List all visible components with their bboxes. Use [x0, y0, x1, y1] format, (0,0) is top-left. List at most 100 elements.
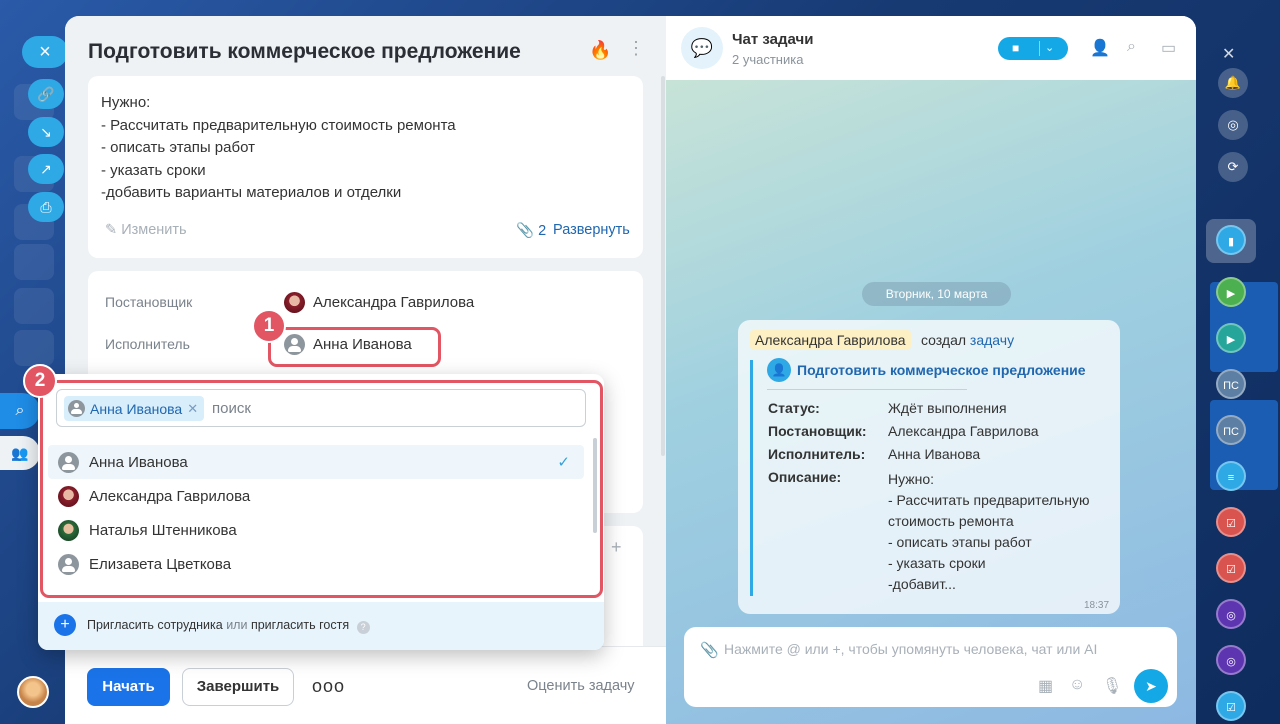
users-icon: 👥 — [11, 445, 29, 461]
attachments-button[interactable]: 📎 2 — [516, 222, 546, 239]
chat-search-icon[interactable]: ⟳ — [1218, 152, 1248, 182]
pencil-icon: ✎ — [105, 222, 118, 238]
creator-key: Постановщик: — [768, 423, 867, 439]
smile-icon[interactable]: ☺ — [1069, 676, 1085, 694]
task-chat: 💬 Чат задачи 2 участника ■ ⌄ 👤 ⌕ ▭ Вторн… — [666, 16, 1196, 724]
finish-button[interactable]: Завершить — [182, 668, 294, 706]
invite-text: Пригласить сотрудника или пригласить гос… — [87, 618, 370, 634]
date-divider: Вторник, 10 марта — [862, 282, 1011, 306]
description-line: стоимость ремонта — [888, 513, 1014, 529]
user-avatar[interactable] — [17, 676, 49, 708]
message-task-title[interactable]: Подготовить коммерческое предложение — [797, 362, 1086, 378]
copilot-chat-icon[interactable]: ◎ — [1216, 599, 1246, 629]
close-slider-button[interactable]: × — [22, 36, 68, 68]
flame-icon[interactable]: 🔥 — [589, 40, 611, 61]
paperclip-icon[interactable]: 📎 — [700, 641, 719, 659]
menu-item-ghost — [14, 288, 54, 324]
apps-grid-icon[interactable]: ▦ — [1038, 676, 1053, 696]
description-line: -добавить варианты материалов и отделки — [101, 184, 402, 201]
step-badge-2: 2 — [23, 364, 57, 398]
message-composer: 📎 ▦ ☺ 🎙 ➤ — [684, 627, 1177, 707]
assignee-key: Исполнитель: — [768, 446, 866, 462]
rate-task-button[interactable]: Оценить задачу — [527, 678, 635, 694]
plus-icon[interactable]: + — [611, 537, 622, 558]
creator-name: Александра Гаврилова — [313, 294, 475, 311]
paperclip-icon: 📎 — [516, 223, 535, 239]
print-button[interactable]: ⎙ — [28, 192, 64, 222]
divider — [767, 389, 967, 390]
task-description-card: Нужно: - Рассчитать предварительную стои… — [88, 76, 643, 258]
close-icon[interactable]: ✕ — [1222, 44, 1235, 64]
task-chat-icon[interactable]: ☑ — [1216, 507, 1246, 537]
task-chat-icon[interactable]: ☑ — [1216, 553, 1246, 583]
invite-bar: + Пригласить сотрудника или пригласить г… — [38, 602, 604, 650]
external-link-icon: ↗ — [40, 161, 52, 177]
copilot-chat-icon[interactable]: ◎ — [1216, 645, 1246, 675]
more-actions-button[interactable]: ooo — [312, 676, 345, 697]
creator-value: Александра Гаврилова — [888, 423, 1039, 439]
right-rail: ✕ 🔔 ◎ ⟳ ▮ ▶ ▶ ПС ПС ≡ ☑ ☑ ◎ ◎ ☑ — [1196, 0, 1280, 724]
step-badge-1: 1 — [252, 309, 286, 343]
copy-link-button[interactable]: 🔗 — [28, 79, 64, 109]
description-line: - описать этапы работ — [888, 534, 1032, 550]
edit-label: Изменить — [121, 222, 187, 238]
chat-header: 💬 Чат задачи 2 участника ■ ⌄ 👤 ⌕ ▭ — [666, 16, 1196, 80]
creator-value[interactable]: Александра Гаврилова — [284, 292, 474, 313]
video-call-icon[interactable]: ▶ — [1216, 277, 1246, 307]
expand-button[interactable]: Развернуть — [553, 222, 630, 238]
description-line: -добавит... — [888, 576, 956, 592]
action-text: создал — [921, 332, 967, 348]
chat-bubbles-icon: 💬 — [681, 27, 723, 69]
system-message: Александра Гаврилова создал задачу 👤 Под… — [738, 320, 1120, 614]
bell-icon[interactable]: 🔔 — [1218, 68, 1248, 98]
status-key: Статус: — [768, 400, 820, 416]
search-icon: ⌕ — [15, 402, 25, 419]
scrollbar[interactable] — [661, 76, 665, 456]
video-camera-icon: ■ — [1012, 41, 1020, 55]
invite-employee-link[interactable]: Пригласить сотрудника — [87, 618, 223, 632]
assignee-label: Исполнитель — [105, 336, 190, 352]
message-author[interactable]: Александра Гаврилова — [750, 330, 911, 350]
arrow-down-right-icon: ↘ — [40, 124, 52, 140]
panel-toggle-icon[interactable]: ▭ — [1161, 38, 1176, 58]
search-icon[interactable]: ⌕ — [1127, 38, 1136, 56]
chat-avatar[interactable]: ПС — [1216, 415, 1246, 445]
message-action: создал задачу — [921, 332, 1014, 348]
start-button[interactable]: Начать — [87, 668, 170, 706]
microphone-icon[interactable]: 🎙 — [1102, 676, 1122, 696]
chat-title[interactable]: Чат задачи — [732, 31, 813, 48]
description-line: Нужно: — [888, 471, 935, 487]
chat-participants[interactable]: 2 участника — [732, 52, 803, 67]
creator-label: Постановщик — [105, 294, 193, 310]
copilot-icon[interactable]: ◎ — [1218, 110, 1248, 140]
minimize-button[interactable]: ↘ — [28, 117, 64, 147]
bookmark-icon[interactable]: ▮ — [1216, 225, 1246, 255]
add-user-icon[interactable]: 👤 — [1090, 38, 1110, 58]
send-icon: ➤ — [1145, 678, 1157, 694]
video-call-button[interactable]: ■ ⌄ — [998, 37, 1068, 60]
task-chat-icon[interactable]: ☑ — [1216, 691, 1246, 721]
chat-avatar[interactable]: ПС — [1216, 369, 1246, 399]
plus-icon[interactable]: + — [54, 614, 76, 636]
message-input[interactable] — [724, 637, 1144, 661]
task-link[interactable]: задачу — [970, 332, 1014, 348]
search-rail-button[interactable]: ⌕ — [0, 393, 40, 429]
printer-icon: ⎙ — [40, 199, 52, 215]
open-new-window-button[interactable]: ↗ — [28, 154, 64, 184]
more-vertical-icon[interactable]: ⋮ — [627, 38, 645, 59]
edit-button[interactable]: ✎ Изменить — [105, 222, 187, 238]
description-line: - Рассчитать предварительную стоимость р… — [101, 116, 456, 134]
status-value: Ждёт выполнения — [888, 400, 1007, 416]
users-rail-button[interactable]: 👥 — [0, 436, 40, 470]
chat-icon[interactable]: ≡ — [1216, 461, 1246, 491]
description-key: Описание: — [768, 469, 842, 485]
invite-guest-link[interactable]: пригласить гостя — [251, 618, 349, 632]
send-button[interactable]: ➤ — [1134, 669, 1168, 703]
help-icon[interactable]: ? — [356, 621, 370, 634]
message-time: 18:37 — [1084, 600, 1110, 611]
menu-item-ghost — [14, 330, 54, 366]
user-icon: 👤 — [767, 358, 791, 382]
divider — [1039, 41, 1040, 56]
invite-or: или — [226, 618, 248, 632]
video-call-icon[interactable]: ▶ — [1216, 323, 1246, 353]
